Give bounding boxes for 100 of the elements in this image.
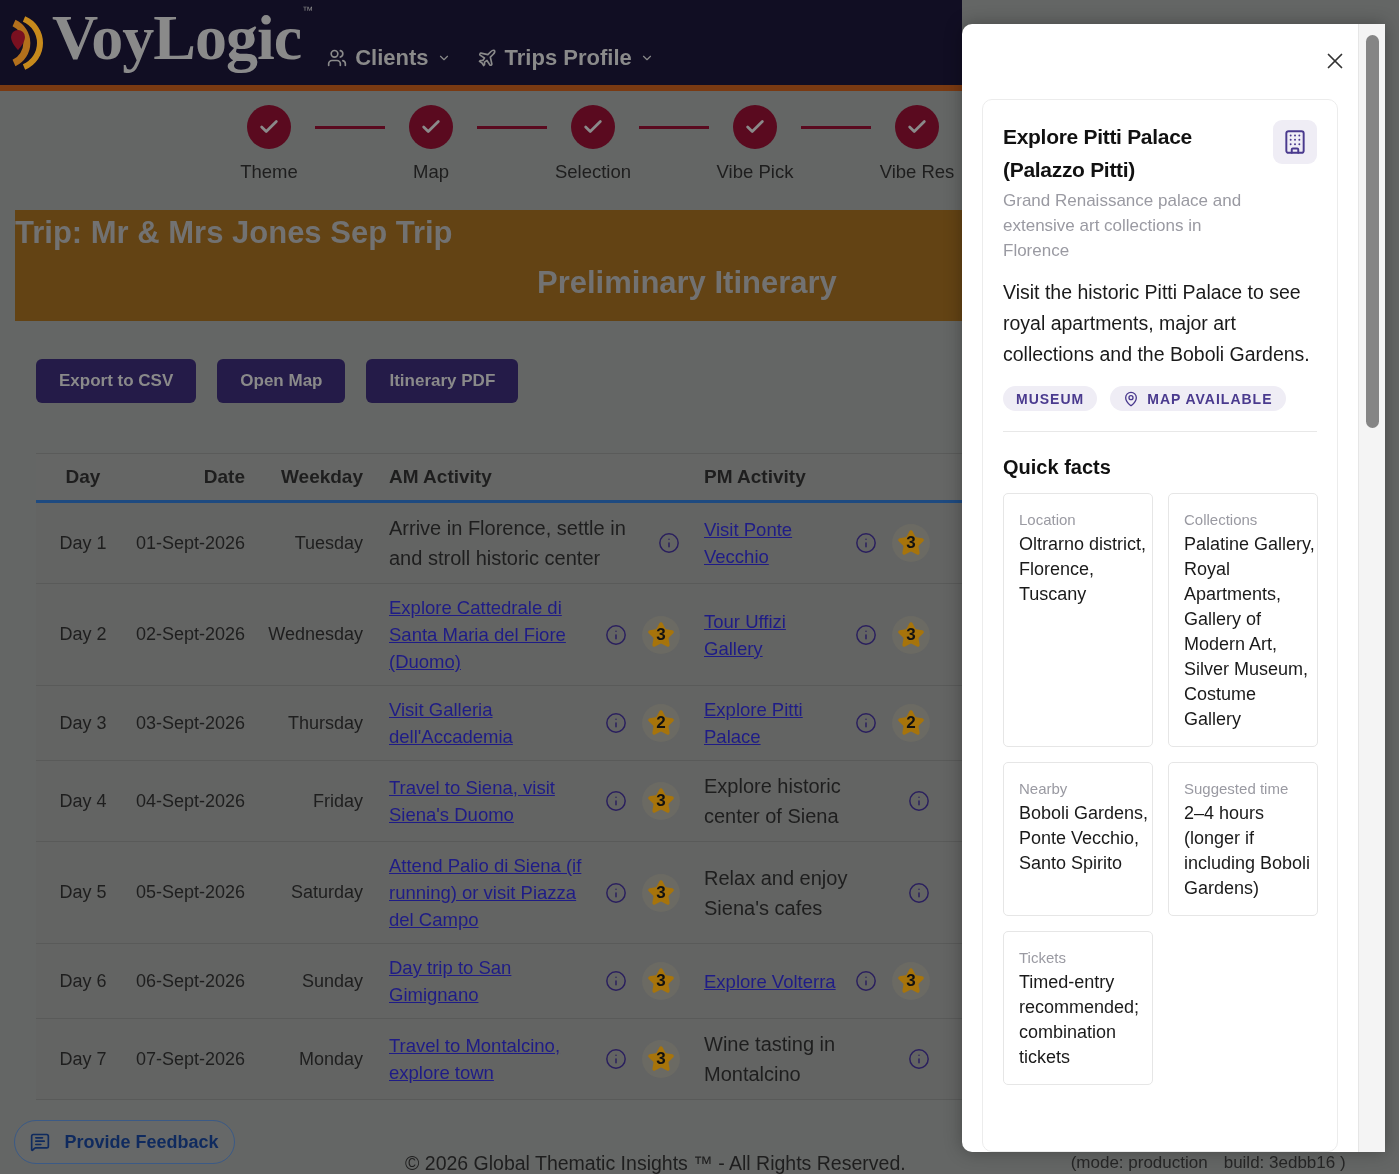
action-button[interactable]: Export to CSV — [36, 359, 197, 403]
step-label: Vibe Pick — [716, 161, 794, 183]
step-label: Theme — [240, 161, 298, 183]
info-icon[interactable] — [605, 881, 627, 904]
table-cell: Saturday — [255, 841, 373, 944]
trademark-mark: ™ — [302, 4, 314, 16]
nav-menu[interactable]: Trips Profile — [476, 45, 654, 71]
activity-link[interactable]: Travel to Montalcino, explore town — [389, 1032, 595, 1086]
table-cell: Thursday — [255, 685, 373, 761]
info-icon[interactable] — [605, 623, 627, 646]
activity-link[interactable]: Explore Volterra — [704, 967, 845, 995]
scrollbar-thumb[interactable] — [1365, 35, 1379, 428]
activity-link[interactable]: Travel to Siena, visit Siena's Duomo — [389, 774, 595, 828]
nav-menu[interactable]: Clients — [327, 45, 451, 71]
table-cell: Day 3 — [36, 685, 130, 761]
chat-icon — [30, 1132, 51, 1152]
fact-value: 2–4 hours (longer if including Boboli Gardens) — [1184, 802, 1312, 900]
rating-number: 2 — [656, 713, 666, 733]
section-heading: Quick facts — [1003, 456, 1112, 479]
rating-number: 3 — [656, 971, 666, 991]
table-cell: Day 7 — [36, 1018, 130, 1100]
activity-link[interactable]: Tour Uffizi Gallery — [704, 607, 845, 662]
table-cell: Day 4 — [36, 760, 130, 842]
place-title: Explore Pitti Palace (Palazzo Pitti) — [1003, 124, 1193, 183]
step-label: Map — [413, 161, 449, 183]
tag: MAP AVAILABLE — [1110, 386, 1286, 411]
info-icon[interactable] — [658, 532, 680, 554]
column-header: Date — [130, 453, 255, 502]
feedback-button[interactable]: Provide Feedback — [14, 1120, 235, 1164]
fact-value: Oltrarno district, Florence, Tuscany — [1019, 533, 1148, 606]
column-header: Day — [36, 453, 130, 502]
activity-link[interactable]: Attend Palio di Siena (if running) or visit Piazza del Campo — [389, 852, 595, 933]
table-cell: Day 1 — [36, 501, 130, 584]
rating-number: 3 — [656, 791, 666, 811]
activity-link[interactable]: Explore Cattedrale di Santa Maria del Fiore (Duomo) — [389, 594, 595, 675]
fact-label: Collections — [1184, 510, 1259, 530]
activity-link[interactable]: Explore Pitti Palace — [704, 696, 845, 750]
build-text: build: 3edbb16 ) — [1223, 1153, 1346, 1173]
building-icon — [1273, 120, 1317, 164]
place-description: Visit the historic Pitti Palace to see royal apartments, major art collections and the Boboli Gardens. — [1003, 280, 1311, 367]
step-label: Vibe Res — [879, 161, 955, 183]
step-label: Selection — [554, 161, 632, 183]
table-cell: 06-Sept-2026 — [130, 943, 255, 1019]
fact-label: Nearby — [1019, 779, 1069, 799]
activity-link[interactable]: Visit Ponte Vecchio — [704, 516, 845, 570]
fact-label: Tickets — [1019, 948, 1067, 968]
table-cell: 07-Sept-2026 — [130, 1018, 255, 1100]
action-button[interactable]: Open Map — [217, 359, 346, 403]
place-subtitle: Grand Renaissance palace and extensive art collections in Florence — [1003, 190, 1243, 262]
table-cell: 01-Sept-2026 — [130, 501, 255, 584]
rating-number: 3 — [656, 1049, 666, 1069]
rating-number: 3 — [656, 624, 666, 645]
info-icon[interactable] — [605, 970, 627, 992]
info-icon[interactable] — [605, 712, 627, 734]
table-cell: Monday — [255, 1018, 373, 1100]
info-icon[interactable] — [908, 1048, 930, 1070]
fact-value: Palatine Gallery, Royal Apartments, Gallery of Modern Art, Silver Museum, Costume Gallery — [1184, 533, 1316, 731]
info-icon[interactable] — [855, 970, 877, 992]
rating-number: 3 — [906, 533, 916, 553]
table-cell: Tuesday — [255, 501, 373, 584]
table-cell: 03-Sept-2026 — [130, 685, 255, 761]
rating-number: 3 — [656, 882, 666, 903]
action-button[interactable]: Itinerary PDF — [366, 359, 519, 403]
activity-text: Arrive in Florence, settle in and stroll historic center — [389, 516, 627, 571]
mode-text: (mode: production — [1070, 1153, 1208, 1173]
activity-link[interactable]: Visit Galleria dell'Accademia — [389, 696, 595, 750]
column-header: PM Activity — [690, 453, 962, 502]
trip-title: Trip: Mr & Mrs Jones Sep Trip — [15, 214, 453, 252]
info-icon[interactable] — [855, 532, 877, 554]
info-icon[interactable] — [908, 881, 930, 904]
rating-number: 3 — [906, 971, 916, 991]
tag: MUSEUM — [1003, 386, 1098, 411]
activity-text: Wine tasting in Montalcino — [704, 1032, 837, 1087]
plane-icon — [476, 48, 497, 68]
table-cell: 04-Sept-2026 — [130, 760, 255, 842]
itinerary-heading: Preliminary Itinerary — [537, 264, 837, 302]
table-cell: 05-Sept-2026 — [130, 841, 255, 944]
users-icon — [327, 48, 348, 68]
info-icon[interactable] — [855, 623, 877, 646]
column-header: Weekday — [255, 453, 373, 502]
info-icon[interactable] — [605, 1048, 627, 1070]
map-pin-icon — [1123, 390, 1140, 407]
activity-text: Relax and enjoy Siena's cafes — [704, 865, 849, 921]
fact-value: Boboli Gardens, Ponte Vecchio, Santo Spirito — [1019, 802, 1150, 875]
table-cell: Day 6 — [36, 943, 130, 1019]
fact-label: Suggested time — [1184, 779, 1290, 799]
fact-value: Timed-entry recommended; combination tickets — [1019, 971, 1141, 1069]
activity-link[interactable]: Day trip to San Gimignano — [389, 954, 595, 1008]
fact-label: Location — [1019, 510, 1077, 530]
column-header: AM Activity — [373, 453, 690, 502]
table-cell: 02-Sept-2026 — [130, 583, 255, 686]
info-icon[interactable] — [855, 712, 877, 734]
info-icon[interactable] — [908, 790, 930, 812]
table-cell: Sunday — [255, 943, 373, 1019]
info-icon[interactable] — [605, 790, 627, 812]
table-cell: Day 5 — [36, 841, 130, 944]
copyright-text: © 2026 Global Thematic Insights ™ - All Rights Reserved. — [405, 1151, 906, 1174]
table-cell: Wednesday — [255, 583, 373, 686]
table-cell: Friday — [255, 760, 373, 842]
rating-number: 2 — [906, 713, 916, 733]
